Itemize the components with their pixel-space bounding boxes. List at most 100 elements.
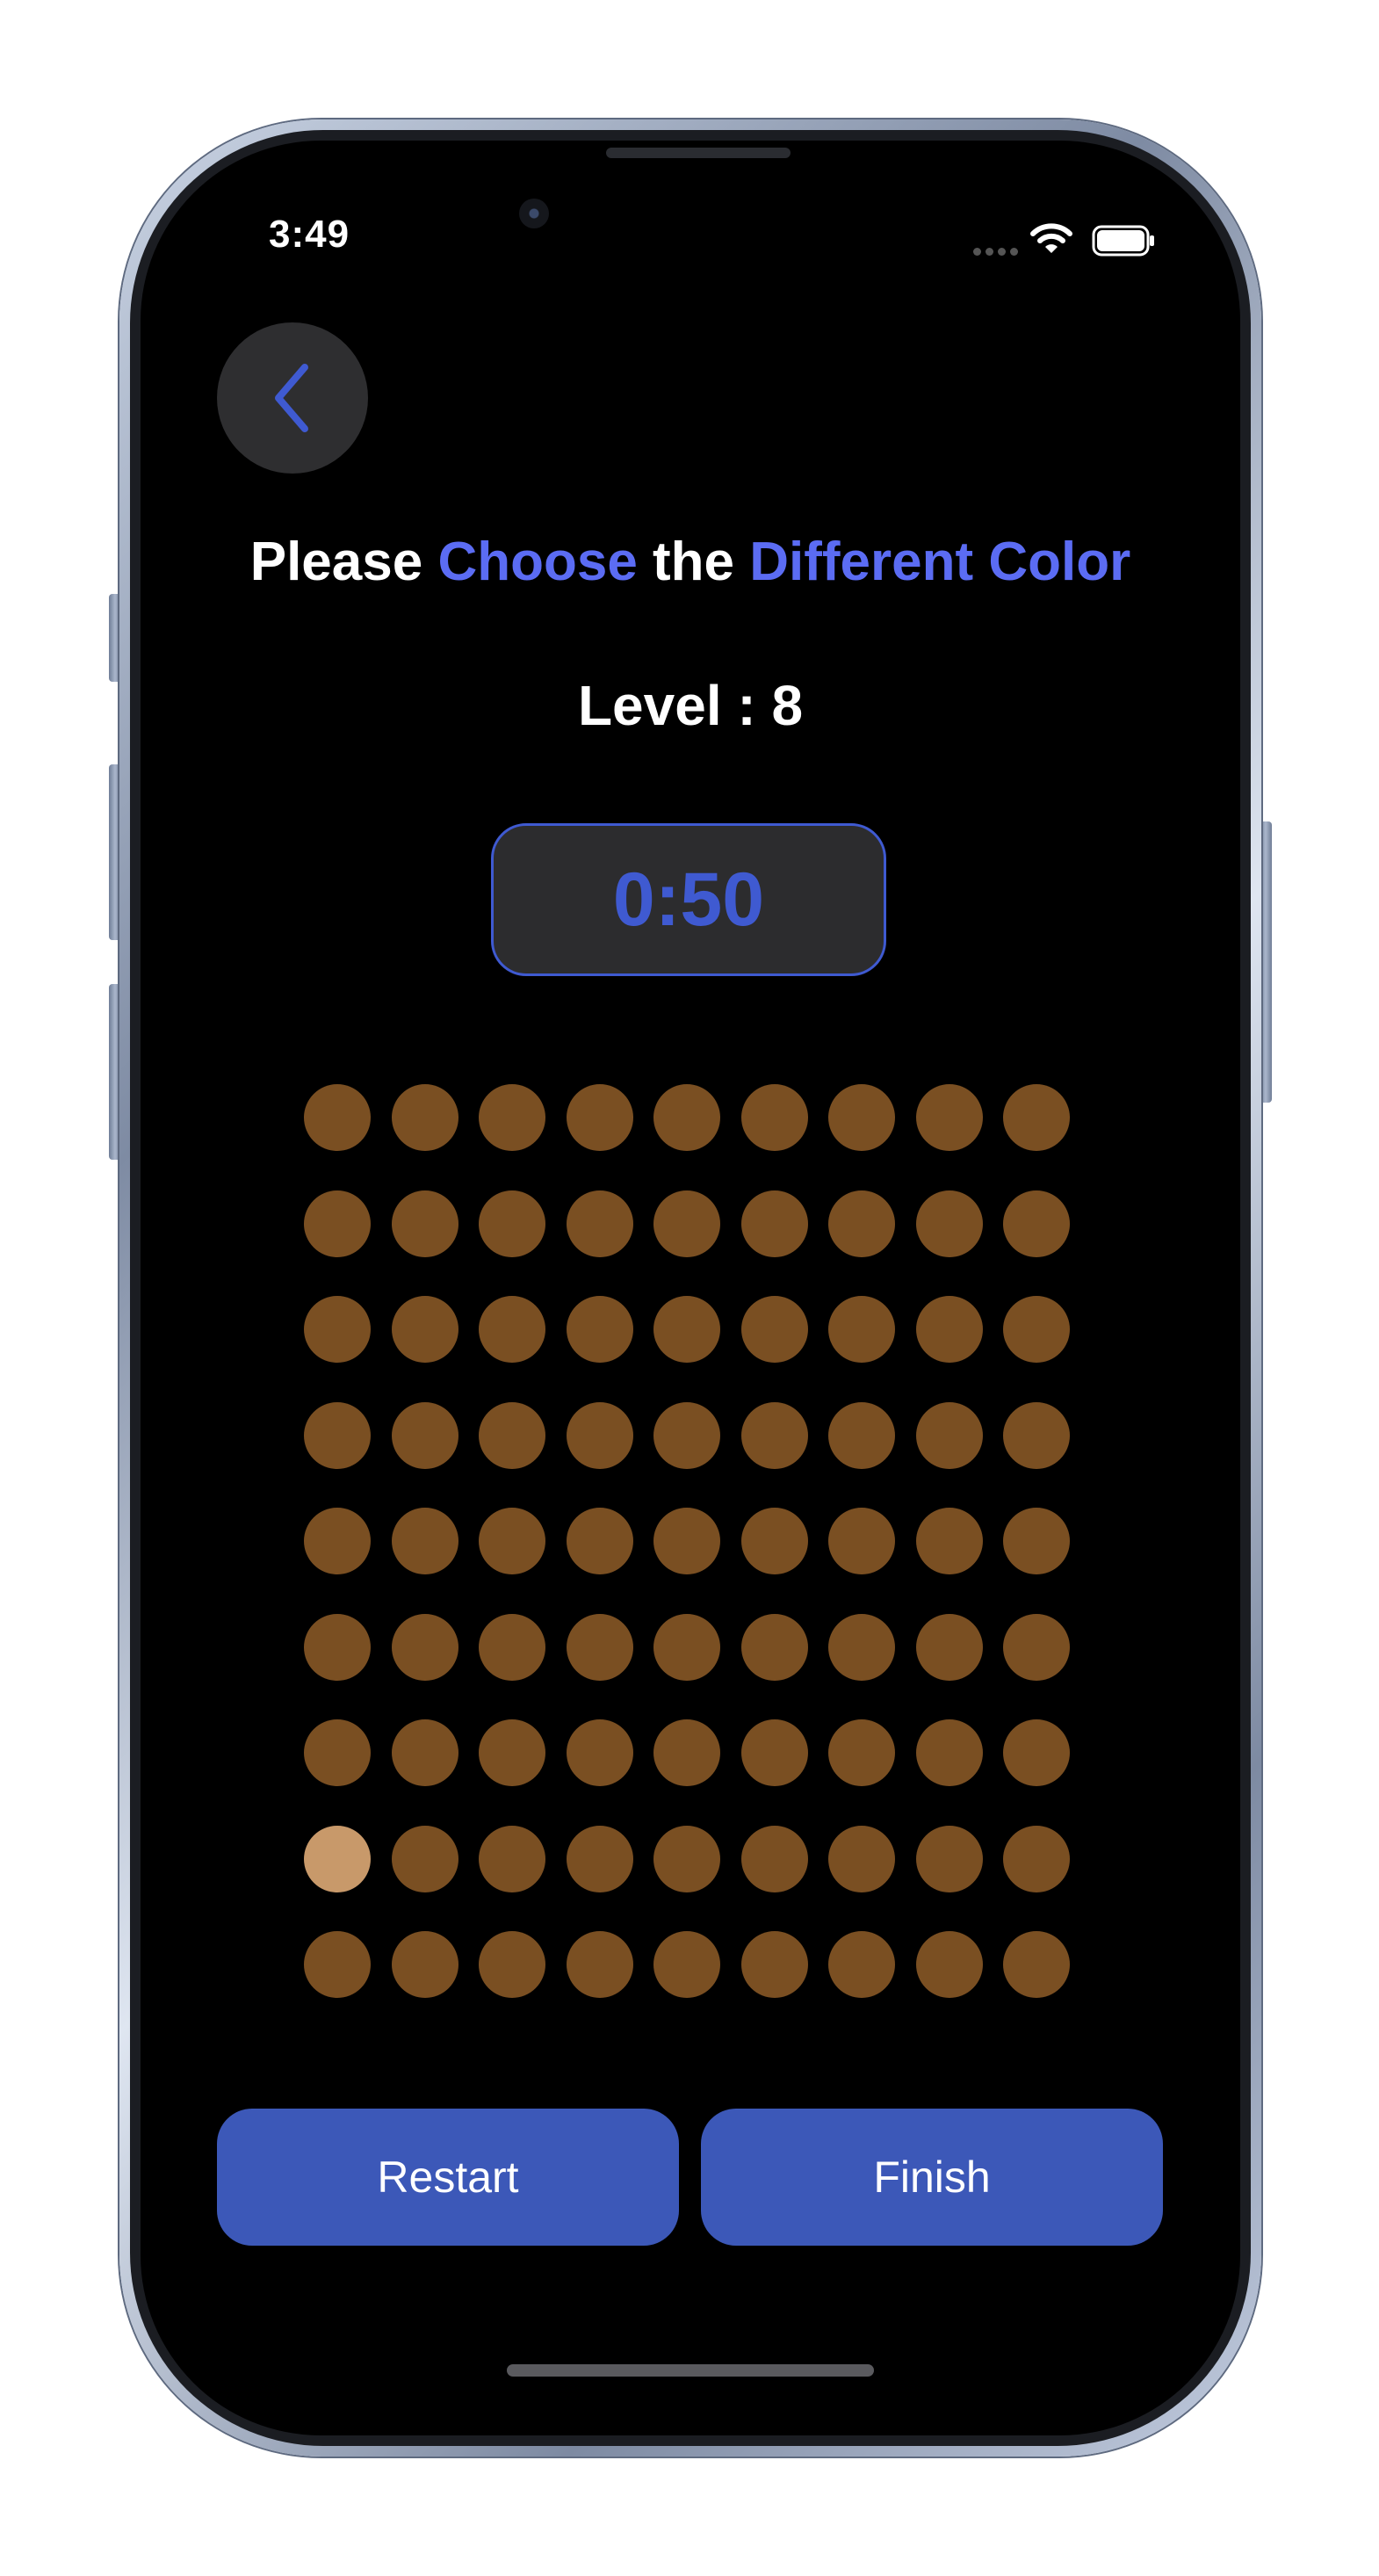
color-dot[interactable] [741,1826,808,1892]
battery-icon [1092,225,1154,257]
color-dot[interactable] [916,1719,983,1786]
color-dot[interactable] [916,1402,983,1469]
color-dot[interactable] [479,1402,545,1469]
color-dot[interactable] [653,1719,720,1786]
color-dot[interactable] [828,1296,895,1363]
level-label: Level : 8 [577,674,804,737]
color-dot[interactable] [479,1190,545,1257]
color-dot[interactable] [567,1508,633,1574]
color-dot[interactable] [567,1719,633,1786]
color-dot-odd[interactable] [304,1826,371,1892]
color-dot[interactable] [828,1508,895,1574]
home-indicator[interactable] [507,2364,874,2377]
color-dot[interactable] [916,1826,983,1892]
color-dot[interactable] [479,1931,545,1998]
color-dot[interactable] [741,1296,808,1363]
color-dot[interactable] [1003,1614,1070,1681]
instruction-title: Please Choose the Different Color [141,531,1240,593]
color-dot[interactable] [828,1614,895,1681]
color-dot[interactable] [916,1190,983,1257]
color-dot[interactable] [916,1931,983,1998]
color-dot[interactable] [304,1508,371,1574]
color-dot[interactable] [741,1719,808,1786]
color-dot[interactable] [304,1296,371,1363]
color-dot[interactable] [479,1084,545,1151]
color-dot[interactable] [1003,1719,1070,1786]
color-dot[interactable] [1003,1296,1070,1363]
color-dot[interactable] [741,1931,808,1998]
color-dot[interactable] [916,1614,983,1681]
signal-dots-icon [973,248,1018,256]
color-dot[interactable] [741,1614,808,1681]
color-dot[interactable] [304,1931,371,1998]
color-dot[interactable] [653,1190,720,1257]
color-dot[interactable] [828,1190,895,1257]
color-dot[interactable] [304,1719,371,1786]
color-dot[interactable] [479,1614,545,1681]
color-dot[interactable] [567,1931,633,1998]
color-dot[interactable] [653,1508,720,1574]
color-dot[interactable] [653,1084,720,1151]
title-part-choose: Choose [437,532,638,592]
color-dot[interactable] [392,1508,458,1574]
status-time: 3:49 [269,213,350,256]
finish-button-label: Finish [873,2153,991,2202]
color-dot[interactable] [392,1719,458,1786]
color-dot[interactable] [392,1614,458,1681]
color-dot[interactable] [567,1614,633,1681]
color-dot[interactable] [828,1719,895,1786]
color-dot[interactable] [653,1931,720,1998]
chevron-left-icon [275,364,308,432]
color-dot[interactable] [567,1826,633,1892]
color-dot[interactable] [741,1508,808,1574]
color-dot[interactable] [392,1826,458,1892]
color-dot[interactable] [916,1084,983,1151]
color-dot[interactable] [304,1084,371,1151]
color-dot[interactable] [567,1402,633,1469]
color-dot[interactable] [567,1296,633,1363]
color-dot[interactable] [479,1508,545,1574]
color-dot[interactable] [828,1931,895,1998]
back-button[interactable] [217,322,368,474]
color-dot[interactable] [916,1296,983,1363]
color-dot[interactable] [1003,1084,1070,1151]
color-dot[interactable] [1003,1826,1070,1892]
countdown-timer: 0:50 [491,823,886,976]
restart-button[interactable]: Restart [217,2109,679,2246]
color-dot[interactable] [653,1614,720,1681]
color-dot[interactable] [392,1084,458,1151]
finish-button[interactable]: Finish [701,2109,1163,2246]
color-dot[interactable] [304,1614,371,1681]
power-button [1260,821,1272,1103]
color-dot[interactable] [741,1402,808,1469]
restart-button-label: Restart [377,2153,519,2202]
color-dot[interactable] [653,1402,720,1469]
color-dot[interactable] [653,1826,720,1892]
color-dot[interactable] [567,1084,633,1151]
color-dot[interactable] [1003,1931,1070,1998]
title-part-the: the [637,532,750,592]
color-dot[interactable] [653,1296,720,1363]
front-camera [519,199,549,228]
color-dot[interactable] [304,1190,371,1257]
color-dot[interactable] [741,1190,808,1257]
color-dot[interactable] [916,1508,983,1574]
color-dot[interactable] [304,1402,371,1469]
color-dot[interactable] [1003,1402,1070,1469]
speaker-grille [606,148,791,158]
color-dot[interactable] [392,1296,458,1363]
color-dot[interactable] [479,1296,545,1363]
color-dot[interactable] [828,1826,895,1892]
color-dot[interactable] [392,1931,458,1998]
color-dot[interactable] [741,1084,808,1151]
color-dot[interactable] [828,1402,895,1469]
color-dot[interactable] [1003,1190,1070,1257]
color-dot[interactable] [479,1719,545,1786]
color-dot[interactable] [567,1190,633,1257]
title-part-different-color: Different Color [749,532,1131,592]
color-dot[interactable] [392,1402,458,1469]
color-dot[interactable] [828,1084,895,1151]
color-dot[interactable] [392,1190,458,1257]
color-dot[interactable] [1003,1508,1070,1574]
color-dot[interactable] [479,1826,545,1892]
